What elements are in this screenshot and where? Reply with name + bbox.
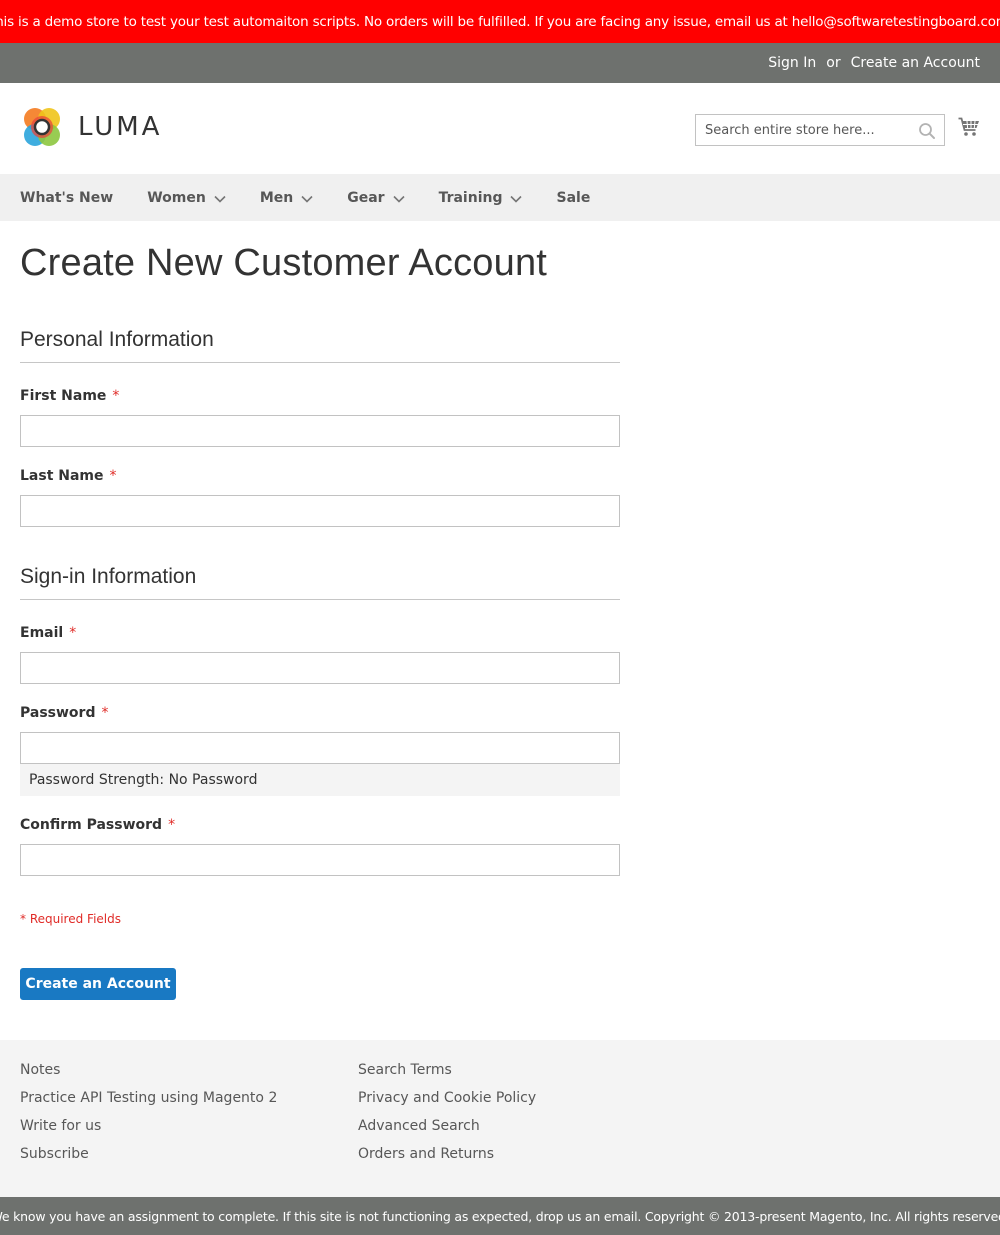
email-label-text: Email — [20, 625, 64, 641]
required-asterisk: * — [101, 705, 109, 721]
required-fields-note: * Required Fields — [20, 912, 121, 926]
required-asterisk: * — [112, 388, 120, 404]
confirm-password-label: Confirm Password * — [20, 817, 175, 833]
footer-link-orders-returns[interactable]: Orders and Returns — [358, 1144, 536, 1172]
nav-item-men[interactable]: Men — [260, 190, 313, 206]
page-header: LUMA — [0, 83, 1000, 174]
last-name-label-text: Last Name — [20, 468, 104, 484]
nav-item-label: Sale — [556, 189, 591, 206]
demo-store-banner-text: This is a demo store to test your test a… — [0, 13, 1000, 30]
chevron-down-icon — [301, 195, 313, 203]
footer-link-search-terms[interactable]: Search Terms — [358, 1060, 536, 1088]
sign-in-information-legend: Sign-in Information — [20, 565, 620, 600]
confirm-password-field[interactable] — [20, 844, 620, 876]
create-account-link[interactable]: Create an Account — [851, 55, 980, 71]
first-name-label: First Name * — [20, 388, 119, 404]
nav-item-training[interactable]: Training — [439, 190, 523, 206]
main-navigation: What's New Women Men Gear Training Sale — [0, 174, 1000, 221]
footer-link-privacy-policy[interactable]: Privacy and Cookie Policy — [358, 1088, 536, 1116]
nav-item-label: Men — [259, 189, 294, 206]
create-account-button[interactable]: Create an Account — [20, 968, 176, 1000]
required-asterisk: * — [109, 468, 117, 484]
nav-item-women[interactable]: Women — [147, 190, 226, 206]
header-top-links: Sign In or Create an Account — [0, 43, 1000, 83]
luma-logo[interactable]: LUMA — [20, 105, 162, 149]
copyright-text: We know you have an assignment to comple… — [0, 1208, 1000, 1224]
sign-in-link[interactable]: Sign In — [768, 55, 816, 71]
footer-link-write-for-us[interactable]: Write for us — [20, 1116, 277, 1144]
demo-store-banner: This is a demo store to test your test a… — [0, 0, 1000, 43]
page-title: Create New Customer Account — [20, 242, 548, 284]
password-field[interactable] — [20, 732, 620, 764]
password-label: Password * — [20, 705, 108, 721]
required-asterisk: * — [69, 625, 77, 641]
first-name-field[interactable] — [20, 415, 620, 447]
copyright-bar: We know you have an assignment to comple… — [0, 1197, 1000, 1235]
nav-item-label: Women — [147, 189, 206, 206]
search-input[interactable] — [696, 115, 944, 145]
nav-item-sale[interactable]: Sale — [556, 190, 590, 206]
footer-link-practice-api[interactable]: Practice API Testing using Magento 2 — [20, 1088, 277, 1116]
nav-item-gear[interactable]: Gear — [347, 189, 405, 206]
luma-logo-icon — [24, 108, 60, 146]
nav-item-whats-new[interactable]: What's New — [20, 190, 113, 206]
email-label: Email * — [20, 625, 76, 641]
required-asterisk: * — [168, 817, 176, 833]
footer-links-column-2: Search Terms Privacy and Cookie Policy A… — [358, 1060, 536, 1172]
nav-item-label: What's New — [20, 189, 114, 206]
cart-icon[interactable] — [958, 117, 980, 141]
footer-links-column-1: Notes Practice API Testing using Magento… — [20, 1060, 277, 1172]
last-name-field[interactable] — [20, 495, 620, 527]
footer-link-subscribe[interactable]: Subscribe — [20, 1144, 277, 1172]
password-strength-meter: Password Strength: No Password — [20, 764, 620, 796]
page-footer: Notes Practice API Testing using Magento… — [0, 1040, 1000, 1197]
chevron-down-icon — [510, 195, 523, 203]
nav-item-label: Gear — [347, 189, 385, 206]
or-separator: or — [826, 55, 841, 71]
password-label-text: Password — [20, 705, 96, 721]
personal-information-legend: Personal Information — [20, 328, 620, 363]
footer-link-advanced-search[interactable]: Advanced Search — [358, 1116, 536, 1144]
chevron-down-icon — [392, 195, 405, 203]
footer-link-notes[interactable]: Notes — [20, 1060, 277, 1088]
search-box — [695, 114, 945, 146]
logo-text: LUMA — [78, 112, 163, 142]
first-name-label-text: First Name — [20, 388, 107, 404]
confirm-password-label-text: Confirm Password — [20, 817, 163, 833]
email-field[interactable] — [20, 652, 620, 684]
password-strength-text: Password Strength: No Password — [29, 772, 258, 788]
magnifier-icon[interactable] — [918, 122, 936, 144]
last-name-label: Last Name * — [20, 468, 117, 484]
nav-item-label: Training — [438, 189, 503, 206]
chevron-down-icon — [214, 195, 226, 203]
